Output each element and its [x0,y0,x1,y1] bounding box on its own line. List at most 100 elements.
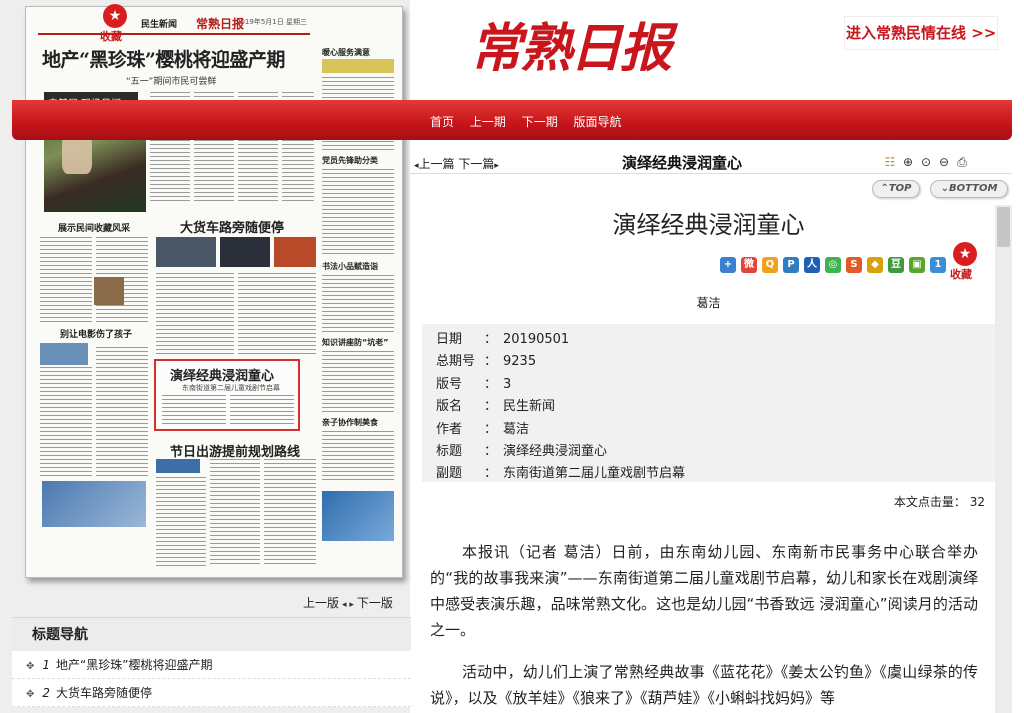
diamond-bullet-icon: ✥ [26,689,35,700]
zoom-reset-icon[interactable]: ⊙ [918,154,934,170]
jump-bottom-label: BOTTOM [948,183,998,194]
paper-ad-image [42,481,146,527]
paper-text-column [238,273,316,355]
share-douban-icon[interactable]: 豆 [888,257,904,273]
article-title: 演绎经典浸润童心 [612,211,805,239]
meta-value: 20190501 [503,332,570,347]
paper-headline[interactable]: 地产“黑珍珠”樱桃将迎盛产期 [42,45,285,72]
site-logo[interactable]: 常熟日报 [470,6,672,81]
star-icon: ★ [953,242,977,266]
topic-nav-index: 2 [42,686,51,700]
paper-subheadline: “五一”期间市民可尝鲜 [126,77,217,87]
topic-nav-link[interactable]: 地产“黑珍珠”樱桃将迎盛产期 [56,658,212,672]
collect-badge-article[interactable]: ★ 收藏 [950,242,980,286]
jump-top-button[interactable]: ⌃TOP [872,180,920,198]
collect-label: 收藏 [950,268,972,281]
share-wechat-icon[interactable]: ◎ [825,257,841,273]
prev-article-link[interactable]: 上一篇 [419,157,455,171]
print-icon[interactable]: ⎙ [954,154,970,170]
meta-value: 东南街道第二届儿童戏剧节启幕 [503,466,686,482]
paper-highlight-subtitle: 东南街道第二届儿童戏剧节启幕 [182,384,280,392]
paper-side-head: 暖心服务满意 [322,48,370,57]
paper-article-head[interactable]: 别让电影伤了孩子 [60,327,132,340]
paper-text-column [322,169,394,257]
minqing-online-link[interactable]: 进入常熟民情在线 >> [844,16,998,50]
menu-prev-issue[interactable]: 上一期 [470,115,506,129]
jump-bottom-button[interactable]: ⌄BOTTOM [930,180,1008,198]
prev-page-link[interactable]: 上一版 [303,596,339,610]
meta-value: 演绎经典浸润童心 [503,443,608,459]
meta-row: 版号： 3 [436,374,997,396]
paper-truck-photo [220,237,270,267]
paper-text-column [230,395,294,427]
paper-text-column [162,395,226,427]
menu-page-nav[interactable]: 版面导航 [574,115,622,129]
share-more-icon[interactable]: + [720,257,736,273]
meta-row: 总期号： 9235 [436,351,997,373]
diamond-bullet-icon: ✥ [26,661,35,672]
paper-current-article-highlight[interactable]: 演绎经典浸润童心 东南街道第二届儿童戏剧节启幕 [154,359,300,431]
paper-top-rule [38,33,310,35]
paper-text-column [96,347,148,477]
share-qzone-icon[interactable]: Q [762,257,778,273]
paper-article-image [94,277,124,305]
topic-nav-link[interactable]: 大货车路旁随便停 [56,686,152,700]
main-menu: 首页 上一期 下一期 版面导航 [430,113,634,130]
article-hit-count: 本文点击量： 32 [894,493,985,510]
share-renren-icon[interactable]: 人 [804,257,820,273]
paper-article-tag [156,459,200,473]
meta-key: 标题 [436,443,463,459]
scrollbar-thumb[interactable] [997,207,1010,247]
paper-article-head[interactable]: 展示民间收藏风采 [58,221,130,234]
topic-nav-title: 标题导航 [12,617,411,651]
paper-highlight-title: 演绎经典浸润童心 [170,369,275,384]
paper-side-head: 亲子协作制美食 [322,418,378,427]
collect-badge-left[interactable]: ★ 收藏 [100,4,130,48]
paper-text-column [322,275,394,335]
paper-side-banner [322,59,394,73]
share-sohu-icon[interactable]: S [846,257,862,273]
share-fav-icon[interactable]: ◆ [867,257,883,273]
meta-row: 标题：演绎经典浸润童心 [436,441,997,463]
topic-nav-item[interactable]: ✥ 1 地产“黑珍珠”樱桃将迎盛产期 [12,651,411,679]
zoom-out-icon[interactable]: ⊖ [936,154,952,170]
paper-article-head[interactable]: 大货车路旁随便停 [180,217,284,236]
share-count-icon[interactable]: 1 [930,257,946,273]
meta-key: 总期号 [436,354,476,370]
newspaper-page-thumbnail[interactable]: 民生新闻 常熟日报 2019年5月1日 星期三 地产“黑珍珠”樱桃将迎盛产期 “… [25,6,403,578]
article-content: 演绎经典浸润童心 + 微 Q P 人 ◎ S ◆ 豆 ▣ 1 ★ 收藏 葛洁 日期： 20190501… [412,205,1005,713]
share-tqq-icon[interactable]: P [783,257,799,273]
paper-text-column [156,273,234,355]
topic-nav-item[interactable]: ✥ 2 大货车路旁随便停 [12,679,411,707]
paper-article-head[interactable]: 节日出游提前规划路线 [170,441,300,460]
article-bar-title: 演绎经典浸润童心 [622,154,743,172]
meta-key: 版号 [436,376,463,392]
list-icon[interactable]: ☷ [882,154,898,170]
meta-key: 作者 [436,421,463,437]
jump-top-label: TOP [888,183,912,194]
meta-key: 日期 [436,332,463,347]
paper-text-column [322,351,394,413]
zoom-in-icon[interactable]: ⊕ [900,154,916,170]
article-author: 葛洁 [696,296,721,310]
meta-key: 副题 [436,466,463,482]
app-root: 民生新闻 常熟日报 2019年5月1日 星期三 地产“黑珍珠”樱桃将迎盛产期 “… [0,0,1024,713]
paper-text-column [264,459,316,567]
meta-value: 民生新闻 [503,399,556,415]
share-image-icon[interactable]: ▣ [909,257,925,273]
article-paragraph: 活动中，幼儿们上演了常熟经典故事《蓝花花》《姜太公钓鱼》《虞山绿茶的传说》，以及… [430,663,978,707]
paper-truck-photo [274,237,316,267]
meta-row: 副题：东南街道第二届儿童戏剧节启幕 [436,463,997,485]
next-page-link[interactable]: 下一版 [357,596,393,610]
paper-side-head: 知识讲座防“坑老” [322,338,389,347]
paper-date: 2019年5月1日 星期三 [236,18,307,26]
paper-text-column [40,237,92,325]
menu-home[interactable]: 首页 [430,115,454,129]
star-icon: ★ [103,4,127,28]
share-weibo-icon[interactable]: 微 [741,257,757,273]
paper-text-column [156,477,206,567]
menu-next-issue[interactable]: 下一期 [522,115,558,129]
next-article-link[interactable]: 下一篇 [458,157,494,171]
prev-next-arrows-icon: ◂ ▸ [342,600,354,610]
article-scrollbar[interactable] [995,205,1012,713]
